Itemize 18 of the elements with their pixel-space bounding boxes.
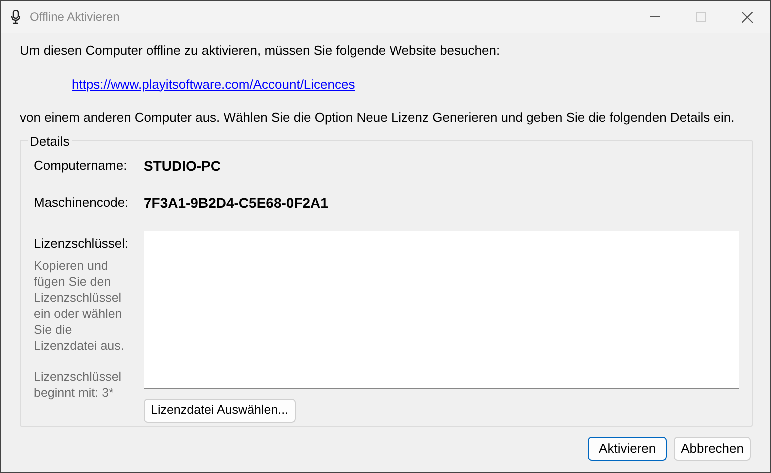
license-label: Lizenzschlüssel:: [34, 234, 130, 252]
license-help-text: Kopieren und fügen Sie den Lizenzschlüssel ein oder wählen Sie die Lizenzdatei aus.: [34, 258, 126, 354]
field-label: Maschinencode:: [34, 194, 130, 212]
microphone-icon: [11, 10, 21, 24]
field-label: Computername:: [34, 157, 128, 176]
field-value: STUDIO-PC: [144, 156, 221, 176]
close-icon: [742, 12, 752, 22]
field-value: 7F3A1-9B2D4-C5E68-0F2A1: [144, 194, 328, 212]
intro-text: Um diesen Computer offline zu aktivieren, müssen Sie folgende Website besuchen:: [20, 42, 502, 60]
instructions-text: von einem anderen Computer aus. Wählen Sie die Option Neue Lizenz Generieren und geben Sie die folgenden Details ein.: [20, 109, 736, 127]
license-hint-text: Lizenzschlüssel beginnt mit: 3*: [34, 369, 123, 401]
dialog-button[interactable]: Aktivieren: [588, 436, 668, 460]
window-title: Offline Aktivieren: [30, 9, 120, 26]
maximize-icon: [696, 12, 706, 22]
license-key-field[interactable]: [144, 230, 739, 388]
dialog-button[interactable]: Abbrechen: [674, 436, 751, 460]
browse-license-button[interactable]: Lizenzdatei Auswählen...: [144, 398, 296, 422]
licence-link[interactable]: https://www.playitsoftware.com/Account/Licences: [72, 74, 356, 94]
